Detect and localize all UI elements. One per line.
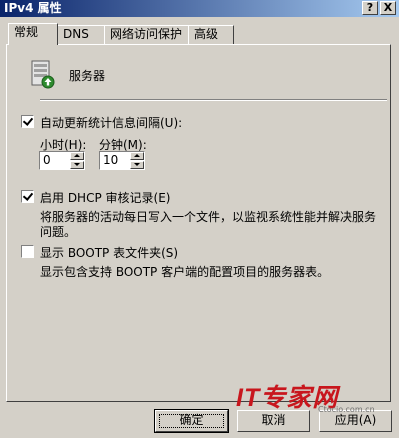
tab-nap[interactable]: 网络访问保护 bbox=[104, 25, 189, 44]
checkmark-icon bbox=[22, 115, 34, 126]
tab-nap-label: 网络访问保护 bbox=[110, 27, 183, 41]
dhcp-audit-description-line1: 将服务器的活动每日写入一个文件，以监视系统性能并解决服务 bbox=[40, 210, 377, 224]
ok-button-label: 确定 bbox=[179, 413, 204, 427]
bootp-checkbox[interactable] bbox=[21, 245, 34, 258]
close-button[interactable]: X bbox=[380, 1, 396, 15]
minutes-value: 10 bbox=[103, 153, 119, 167]
bootp-label: 显示 BOOTP 表文件夹(S) bbox=[40, 246, 179, 260]
apply-button-label: 应用(A) bbox=[334, 413, 377, 427]
tab-dns-label: DNS bbox=[63, 27, 89, 41]
general-tab-panel: 服务器 自动更新统计信息间隔(U): 小时(H): 分钟(M): 0 10 启用… bbox=[6, 44, 391, 402]
tab-dns[interactable]: DNS bbox=[57, 25, 105, 44]
auto-update-label: 自动更新统计信息间隔(U): bbox=[40, 116, 183, 130]
dhcp-audit-checkbox[interactable] bbox=[21, 190, 34, 203]
divider bbox=[40, 99, 387, 101]
tab-general[interactable]: 常规 bbox=[8, 23, 58, 45]
minutes-spinner[interactable]: 10 bbox=[99, 151, 145, 170]
window-title: IPv4 属性 bbox=[4, 1, 62, 15]
server-icon bbox=[31, 60, 55, 89]
hours-down-arrow-icon[interactable] bbox=[70, 161, 84, 169]
watermark-site: Ctocio.com.cn bbox=[318, 405, 375, 414]
auto-update-checkbox[interactable] bbox=[21, 115, 34, 128]
minutes-down-arrow-icon[interactable] bbox=[130, 161, 144, 169]
server-label: 服务器 bbox=[69, 69, 106, 83]
hours-value: 0 bbox=[43, 153, 51, 167]
checkmark-icon bbox=[22, 190, 34, 201]
tab-advanced-label: 高级 bbox=[194, 27, 219, 41]
dhcp-audit-label: 启用 DHCP 审核记录(E) bbox=[40, 191, 171, 205]
dhcp-audit-description-line2: 问题。 bbox=[40, 225, 77, 239]
title-bar: IPv4 属性 ? X bbox=[0, 0, 399, 17]
tab-advanced[interactable]: 高级 bbox=[188, 25, 234, 44]
watermark-logo: IT专家网 Ctocio.com.cn bbox=[236, 378, 375, 414]
hours-spinner[interactable]: 0 bbox=[39, 151, 85, 170]
bootp-description: 显示包含支持 BOOTP 客户端的配置项目的服务器表。 bbox=[40, 265, 330, 279]
help-button[interactable]: ? bbox=[362, 1, 378, 15]
cancel-button-label: 取消 bbox=[261, 413, 286, 427]
hours-up-arrow-icon[interactable] bbox=[70, 152, 84, 160]
ok-button[interactable]: 确定 bbox=[154, 409, 229, 433]
minutes-up-arrow-icon[interactable] bbox=[130, 152, 144, 160]
tab-general-label: 常规 bbox=[14, 25, 39, 39]
